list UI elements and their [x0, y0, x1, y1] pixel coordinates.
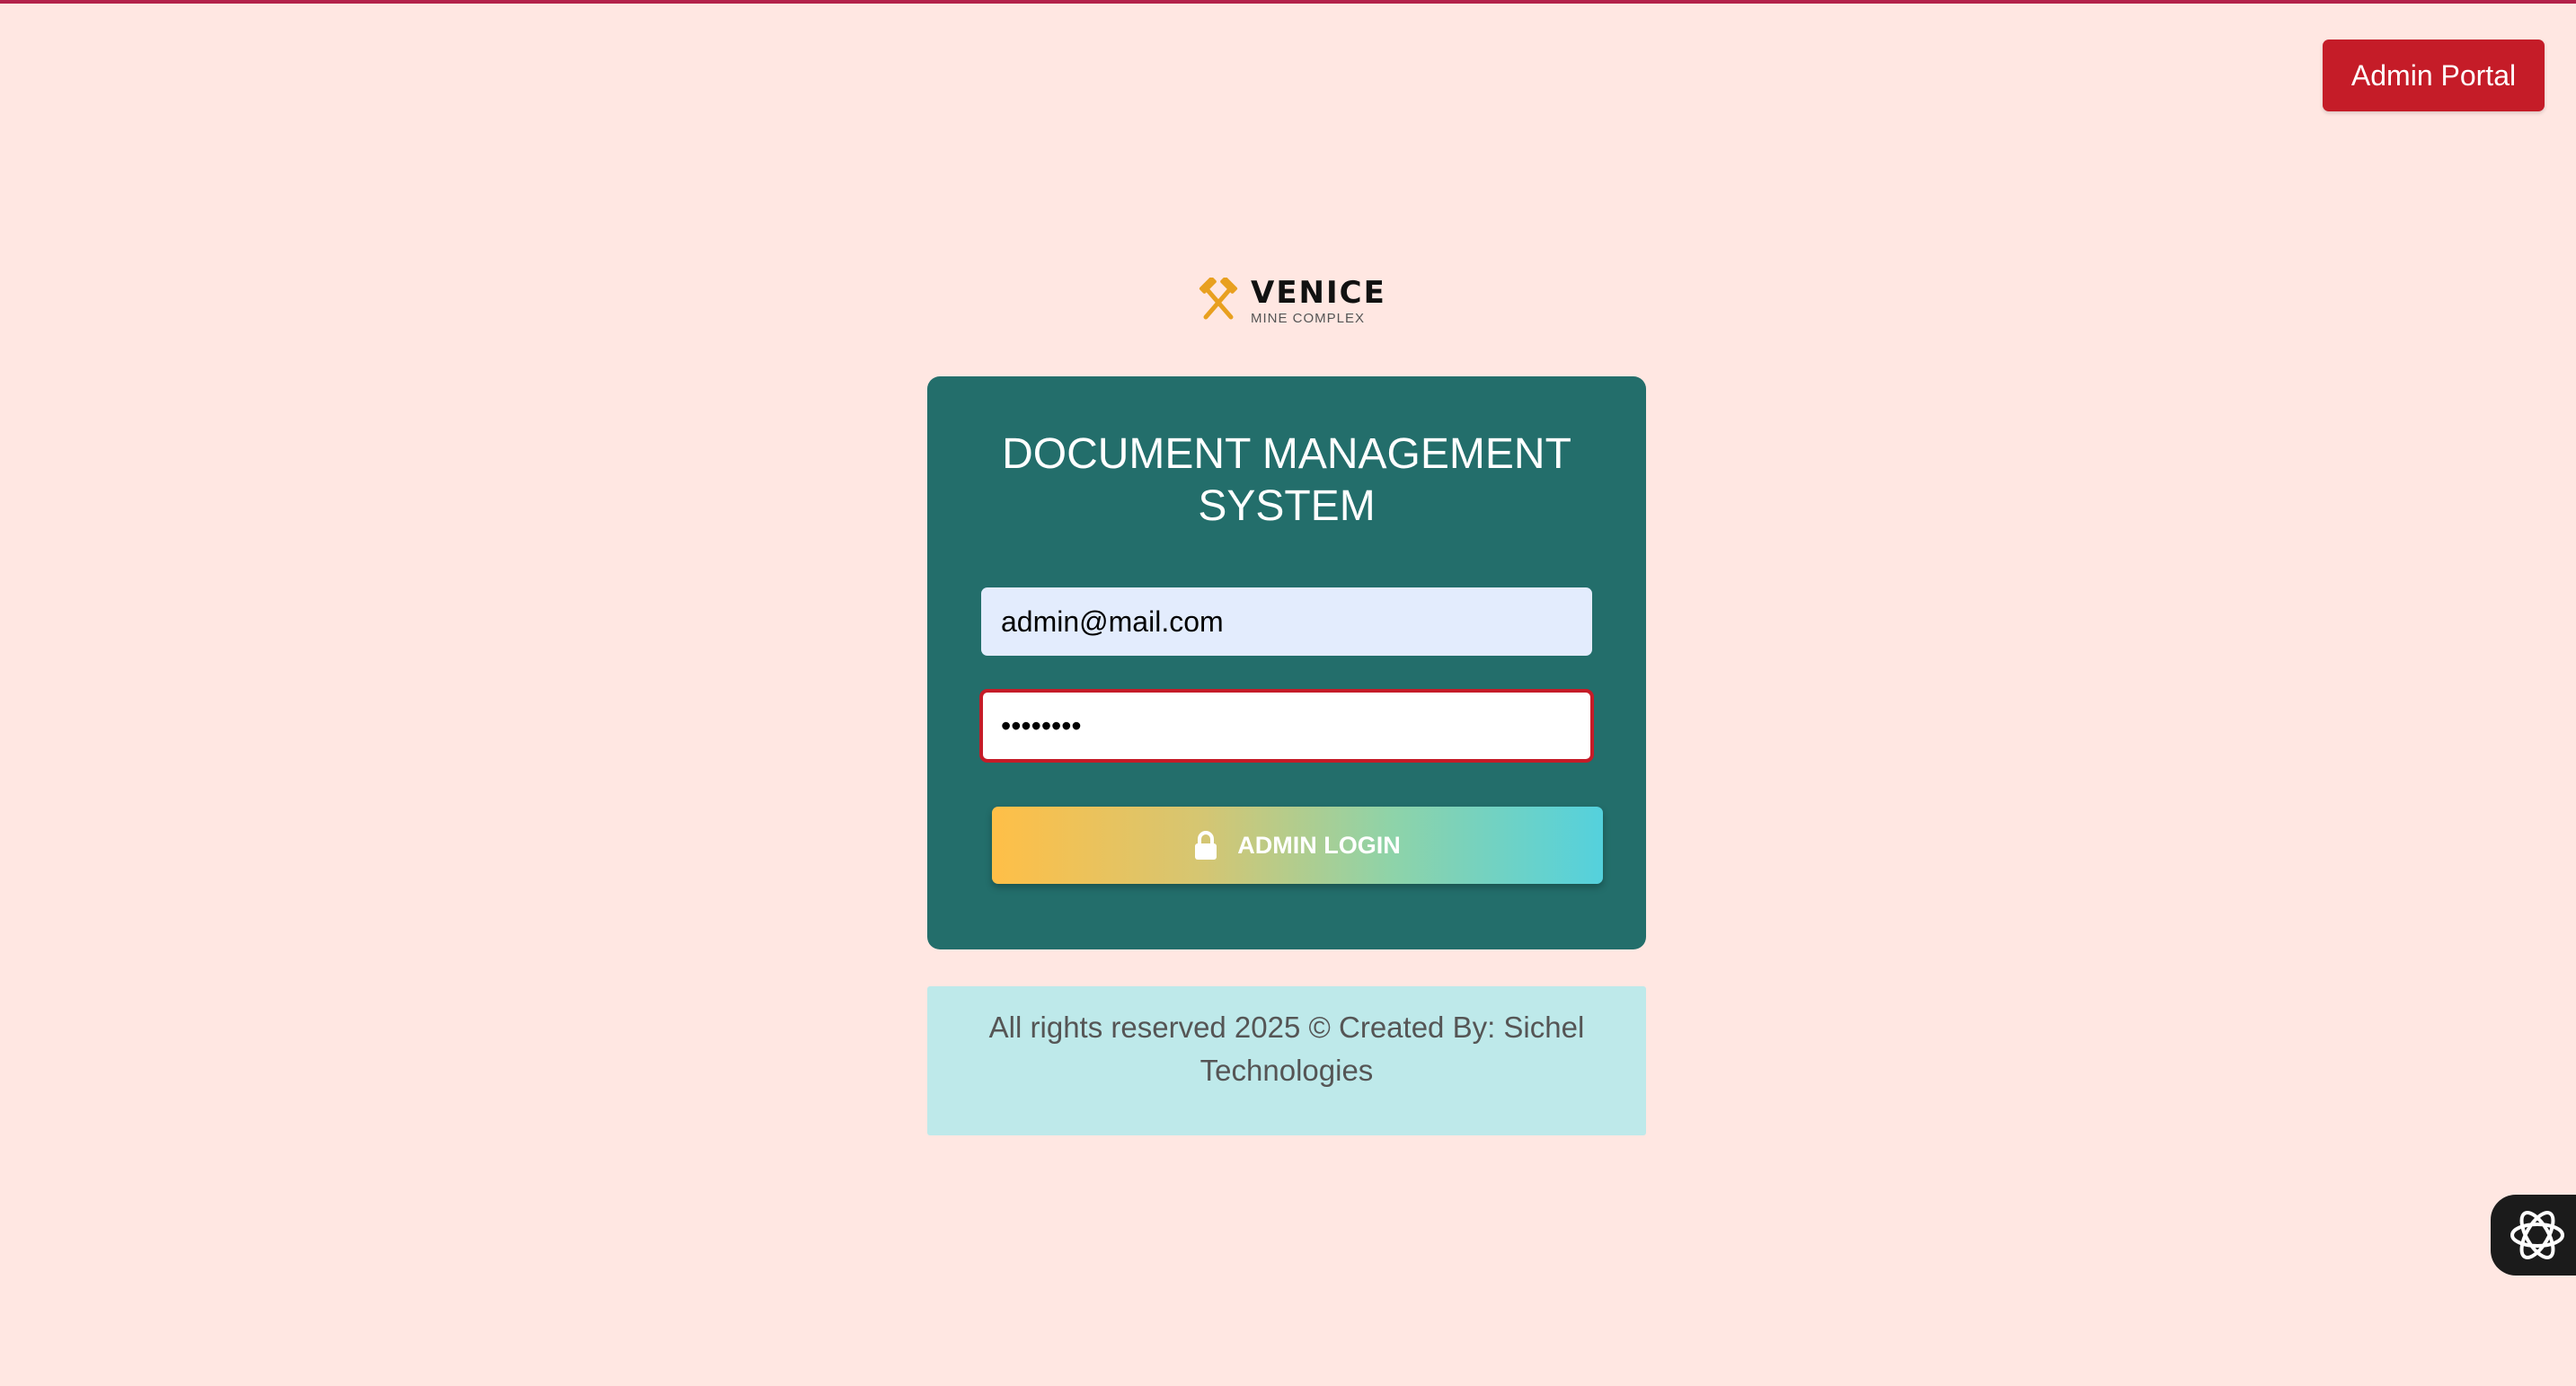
assistant-widget-button[interactable] [2491, 1195, 2576, 1276]
password-field[interactable] [979, 689, 1594, 763]
lock-icon [1195, 831, 1217, 860]
login-card: DOCUMENT MANAGEMENT SYSTEM ADMIN LOGIN [927, 376, 1646, 949]
admin-portal-button[interactable]: Admin Portal [2323, 40, 2545, 111]
admin-login-label: ADMIN LOGIN [1237, 831, 1401, 859]
top-border [0, 0, 2576, 4]
page-title: DOCUMENT MANAGEMENT SYSTEM [1002, 430, 1571, 530]
assistant-icon [2510, 1211, 2564, 1259]
crossed-hammers-icon [1199, 278, 1238, 320]
footer-text: All rights reserved 2025 © Created By: S… [988, 1011, 1585, 1087]
admin-login-button[interactable]: ADMIN LOGIN [992, 807, 1603, 884]
footer: All rights reserved 2025 © Created By: S… [927, 986, 1646, 1135]
email-field[interactable] [981, 587, 1592, 656]
logo: VENICE MINE COMPLEX [1195, 274, 1385, 328]
logo-name: VENICE [1251, 274, 1386, 311]
logo-subtitle: MINE COMPLEX [1251, 310, 1366, 326]
